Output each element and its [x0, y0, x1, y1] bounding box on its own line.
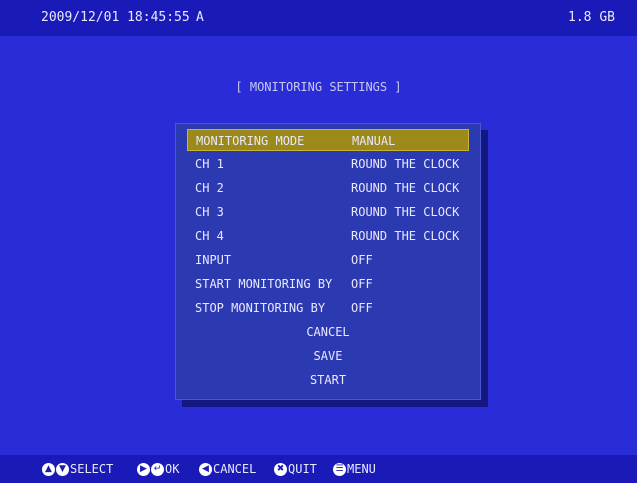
settings-panel: MONITORING MODE MANUAL CH 1 ROUND THE CL… — [175, 123, 481, 400]
setting-value[interactable]: OFF — [351, 249, 373, 271]
key-hint-bar: ▲ ▼ SELECT ▶ ↵ OK ◀ CANCEL ✖ QUIT ☰ MENU — [0, 455, 637, 483]
setting-row-start-monitoring-by[interactable]: START MONITORING BY OFF — [187, 273, 469, 295]
setting-label: CH 2 — [195, 181, 224, 195]
setting-label: CH 3 — [195, 205, 224, 219]
storage-indicator: 1.8 GB — [568, 10, 615, 25]
setting-label: START MONITORING BY — [195, 277, 333, 291]
enter-icon: ↵ — [151, 462, 164, 476]
status-bar: 2009/12/01 18:45:55 A 1.8 GB — [0, 0, 637, 36]
left-arrow-icon: ◀ — [199, 462, 212, 476]
hint-ok-label: OK — [165, 462, 180, 476]
setting-value[interactable]: MANUAL — [352, 130, 395, 152]
hint-select: ▲ ▼ SELECT — [42, 455, 113, 483]
hint-cancel: ◀ CANCEL — [199, 455, 256, 483]
setting-label: MONITORING MODE — [196, 134, 305, 148]
right-arrow-icon: ▶ — [137, 462, 150, 476]
setting-value[interactable]: OFF — [351, 297, 373, 319]
hint-menu: ☰ MENU — [333, 455, 376, 483]
setting-value[interactable]: ROUND THE CLOCK — [351, 177, 459, 199]
setting-row-ch1[interactable]: CH 1 ROUND THE CLOCK — [187, 153, 469, 175]
start-button[interactable]: START — [176, 369, 480, 391]
hint-select-label: SELECT — [70, 462, 114, 476]
setting-label: CH 1 — [195, 157, 224, 171]
setting-row-ch4[interactable]: CH 4 ROUND THE CLOCK — [187, 225, 469, 247]
setting-value[interactable]: OFF — [351, 273, 373, 295]
setting-label: INPUT — [195, 253, 232, 267]
quit-icon: ✖ — [274, 462, 287, 476]
setting-value[interactable]: ROUND THE CLOCK — [351, 153, 459, 175]
hint-quit-label: QUIT — [288, 462, 317, 476]
down-arrow-icon: ▼ — [56, 462, 69, 476]
hint-ok: ▶ ↵ OK — [137, 455, 179, 483]
hint-quit: ✖ QUIT — [274, 455, 317, 483]
save-button[interactable]: SAVE — [176, 345, 480, 367]
menu-icon: ☰ — [333, 462, 346, 476]
setting-row-ch3[interactable]: CH 3 ROUND THE CLOCK — [187, 201, 469, 223]
hint-cancel-label: CANCEL — [213, 462, 257, 476]
cancel-button[interactable]: CANCEL — [176, 321, 480, 343]
channel-indicator: A — [196, 10, 204, 25]
setting-value[interactable]: ROUND THE CLOCK — [351, 201, 459, 223]
setting-row-monitoring-mode[interactable]: MONITORING MODE MANUAL — [187, 129, 469, 151]
up-arrow-icon: ▲ — [42, 462, 55, 476]
datetime-display: 2009/12/01 18:45:55 — [41, 10, 190, 25]
page-title: [ MONITORING SETTINGS ] — [235, 80, 402, 94]
setting-row-stop-monitoring-by[interactable]: STOP MONITORING BY OFF — [187, 297, 469, 319]
setting-label: STOP MONITORING BY — [195, 301, 326, 315]
setting-row-input[interactable]: INPUT OFF — [187, 249, 469, 271]
hint-menu-label: MENU — [347, 462, 376, 476]
setting-label: CH 4 — [195, 229, 224, 243]
setting-row-ch2[interactable]: CH 2 ROUND THE CLOCK — [187, 177, 469, 199]
setting-value[interactable]: ROUND THE CLOCK — [351, 225, 459, 247]
